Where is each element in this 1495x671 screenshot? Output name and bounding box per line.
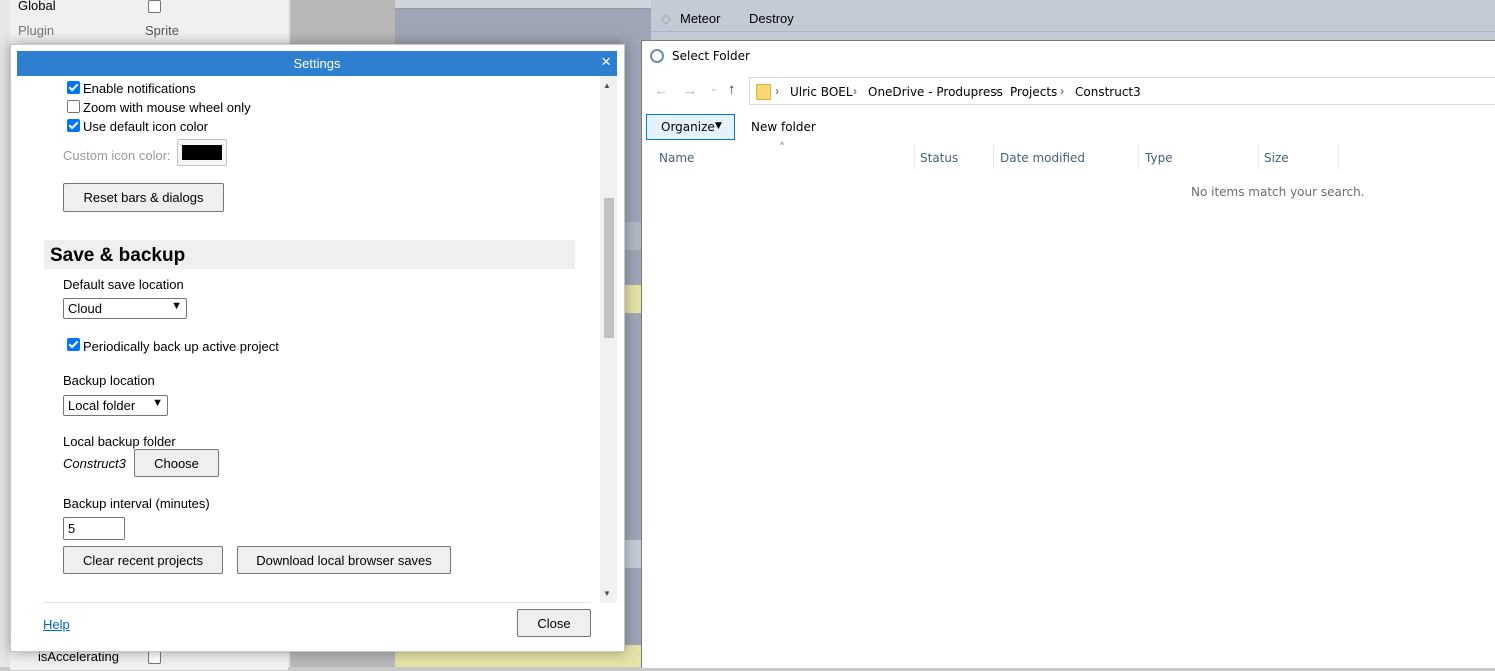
column-separator[interactable]	[1338, 145, 1339, 169]
column-header-date-modified[interactable]: Date modified	[1000, 151, 1085, 169]
choose-button[interactable]: Choose	[134, 449, 219, 477]
backup-location-label: Backup location	[63, 373, 155, 388]
breadcrumb-item[interactable]: Projects	[1010, 85, 1057, 99]
backup-interval-input[interactable]: 5	[63, 517, 125, 540]
recent-locations-icon[interactable]: ⌄	[710, 83, 718, 94]
forward-arrow-icon[interactable]: →	[683, 82, 697, 98]
enable-notifications-label: Enable notifications	[83, 81, 196, 96]
property-value: Sprite	[145, 23, 179, 38]
folder-icon	[756, 84, 771, 100]
enable-notifications-checkbox[interactable]	[67, 81, 80, 94]
clear-recent-projects-button[interactable]: Clear recent projects	[63, 546, 223, 574]
section-header-save-backup: Save & backup	[44, 240, 575, 269]
breadcrumb-item[interactable]: OneDrive - Produpress	[868, 85, 1003, 99]
property-name: Plugin	[18, 23, 55, 38]
select-folder-dialog: Select Folder ← → ⌄ ↑ › Ulric BOEL › One…	[641, 40, 1495, 668]
chevron-down-icon: ▼	[152, 397, 163, 409]
address-bar[interactable]: › Ulric BOEL › OneDrive - Produpress › P…	[749, 77, 1495, 105]
column-header-name[interactable]: Name	[659, 151, 694, 169]
property-name: Global	[18, 0, 56, 13]
breadcrumb-item[interactable]: Construct3	[1075, 85, 1141, 99]
default-save-location-select[interactable]: Cloud ▼	[63, 298, 187, 319]
column-separator[interactable]	[914, 145, 915, 169]
scroll-up-icon[interactable]: ▲	[603, 81, 611, 90]
local-backup-folder-value: Construct3	[63, 456, 126, 471]
new-folder-button[interactable]: New folder	[751, 120, 816, 134]
local-backup-folder-label: Local backup folder	[63, 434, 176, 449]
select-value: Cloud	[68, 301, 102, 316]
default-icon-color-checkbox[interactable]	[67, 119, 80, 132]
app-icon	[650, 49, 664, 63]
column-separator[interactable]	[1258, 145, 1259, 169]
column-header-size[interactable]: Size	[1264, 151, 1289, 169]
back-arrow-icon[interactable]: ←	[654, 82, 668, 98]
periodic-backup-checkbox[interactable]	[67, 338, 80, 351]
dialog-title: Select Folder	[672, 49, 750, 63]
close-button[interactable]: Close	[517, 609, 591, 637]
settings-title: Settings	[293, 56, 341, 71]
event-object: Meteor	[680, 11, 721, 26]
settings-body[interactable]: Enable notifications Zoom with mouse whe…	[17, 76, 617, 603]
default-icon-color-label: Use default icon color	[83, 119, 209, 134]
chevron-right-icon: ›	[1060, 84, 1064, 98]
empty-list-message: No items match your search.	[1191, 185, 1365, 199]
global-checkbox[interactable]	[148, 0, 161, 13]
property-row-plugin[interactable]: Plugin Sprite	[10, 19, 288, 45]
column-header-type[interactable]: Type	[1145, 151, 1173, 169]
organize-label: Organize	[661, 120, 715, 134]
caret-down-icon: ▼	[715, 121, 722, 131]
chevron-right-icon: ›	[775, 84, 779, 98]
event-row[interactable]: ◇ Meteor Destroy	[651, 7, 1495, 32]
zoom-wheel-label: Zoom with mouse wheel only	[83, 100, 251, 115]
isaccelerating-checkbox[interactable]	[148, 651, 161, 664]
file-dialog-toolbar: Organize ▼ New folder	[642, 113, 1495, 143]
section-title: Save & backup	[50, 245, 186, 266]
backup-location-select[interactable]: Local folder ▼	[63, 395, 168, 416]
settings-title-bar: Settings ×	[17, 51, 617, 76]
settings-dialog: Settings × Enable notifications Zoom wit…	[10, 44, 625, 652]
sort-up-icon: ^	[780, 140, 785, 150]
help-link[interactable]: Help	[43, 617, 70, 632]
settings-scrollbar[interactable]: ▲ ▼	[600, 76, 617, 603]
scrollbar-thumb[interactable]	[604, 198, 614, 338]
backup-interval-label: Backup interval (minutes)	[63, 496, 210, 511]
event-action: Destroy	[749, 11, 794, 26]
property-row-global[interactable]: Global	[10, 0, 288, 20]
breadcrumb-item[interactable]: Ulric BOEL	[790, 85, 853, 99]
default-save-location-label: Default save location	[63, 277, 184, 292]
chevron-down-icon: ▼	[171, 300, 182, 312]
event-header-strip	[395, 0, 651, 9]
input-value: 5	[68, 521, 76, 536]
custom-icon-color-swatch[interactable]	[177, 139, 227, 166]
select-value: Local folder	[68, 398, 136, 413]
color-swatch-fill	[182, 145, 222, 160]
settings-footer	[43, 602, 591, 603]
chevron-right-icon: ›	[995, 84, 999, 98]
column-separator[interactable]	[1138, 145, 1139, 169]
close-icon[interactable]: ×	[601, 53, 611, 71]
scroll-down-icon[interactable]: ▼	[603, 589, 611, 598]
download-local-saves-button[interactable]: Download local browser saves	[237, 546, 451, 574]
zoom-wheel-checkbox[interactable]	[67, 100, 80, 113]
chevron-right-icon: ›	[853, 84, 857, 98]
column-header-status[interactable]: Status	[920, 151, 958, 169]
column-separator[interactable]	[993, 145, 994, 169]
periodic-backup-label: Periodically back up active project	[83, 339, 279, 354]
custom-icon-color-label: Custom icon color:	[63, 148, 171, 163]
up-arrow-icon[interactable]: ↑	[728, 81, 736, 98]
reset-bars-button[interactable]: Reset bars & dialogs	[63, 183, 224, 212]
organize-button[interactable]: Organize ▼	[646, 114, 735, 140]
object-icon: ◇	[661, 11, 671, 26]
